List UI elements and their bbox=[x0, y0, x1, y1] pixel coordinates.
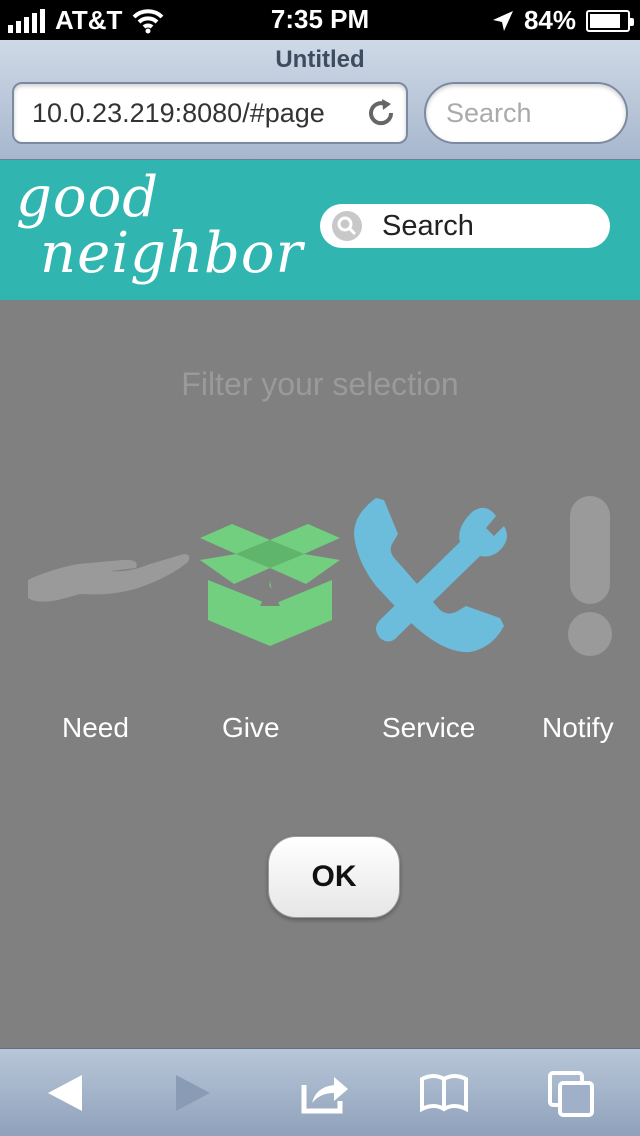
back-icon[interactable] bbox=[40, 1067, 92, 1119]
hand-icon[interactable] bbox=[28, 540, 192, 610]
forward-icon[interactable] bbox=[166, 1067, 218, 1119]
search-icon bbox=[332, 211, 362, 241]
url-text[interactable]: 10.0.23.219:8080/#page bbox=[32, 98, 362, 129]
status-right: 84% bbox=[492, 5, 634, 36]
logo-line-2: neighbor bbox=[40, 221, 304, 286]
tabs-icon[interactable] bbox=[546, 1067, 598, 1119]
battery-percent: 84% bbox=[523, 5, 576, 35]
filter-title: Filter your selection bbox=[181, 366, 459, 402]
ok-button[interactable]: OK bbox=[268, 836, 400, 918]
app-search-placeholder: Search bbox=[382, 210, 474, 242]
option-label-service[interactable]: Service bbox=[382, 712, 475, 744]
phone-wrench-icon[interactable] bbox=[346, 494, 512, 656]
browser-search-field[interactable]: Search bbox=[424, 82, 628, 144]
app-logo[interactable]: good neighbor bbox=[16, 170, 303, 282]
reload-icon[interactable] bbox=[366, 98, 396, 128]
browser-search-placeholder: Search bbox=[446, 98, 532, 128]
exclamation-icon[interactable] bbox=[566, 494, 614, 658]
option-label-need[interactable]: Need bbox=[62, 712, 129, 744]
url-bar[interactable]: 10.0.23.219:8080/#page bbox=[12, 82, 408, 144]
page-title: Untitled bbox=[275, 46, 365, 73]
logo-line-1: good bbox=[16, 165, 160, 230]
battery-icon bbox=[586, 9, 634, 32]
status-bar: AT&T 7:35 PM 84% bbox=[0, 0, 640, 40]
share-icon[interactable] bbox=[298, 1067, 350, 1119]
box-icon[interactable] bbox=[188, 502, 352, 650]
option-label-give[interactable]: Give bbox=[222, 712, 280, 744]
bookmarks-icon[interactable] bbox=[418, 1067, 470, 1119]
app-header: good neighbor Search bbox=[0, 160, 640, 300]
browser-toolbar bbox=[0, 1048, 640, 1136]
location-arrow-icon bbox=[492, 10, 513, 31]
app-search-input[interactable]: Search bbox=[320, 204, 610, 248]
browser-chrome: Untitled 10.0.23.219:8080/#page Search bbox=[0, 40, 640, 160]
option-label-notify[interactable]: Notify bbox=[542, 712, 614, 744]
